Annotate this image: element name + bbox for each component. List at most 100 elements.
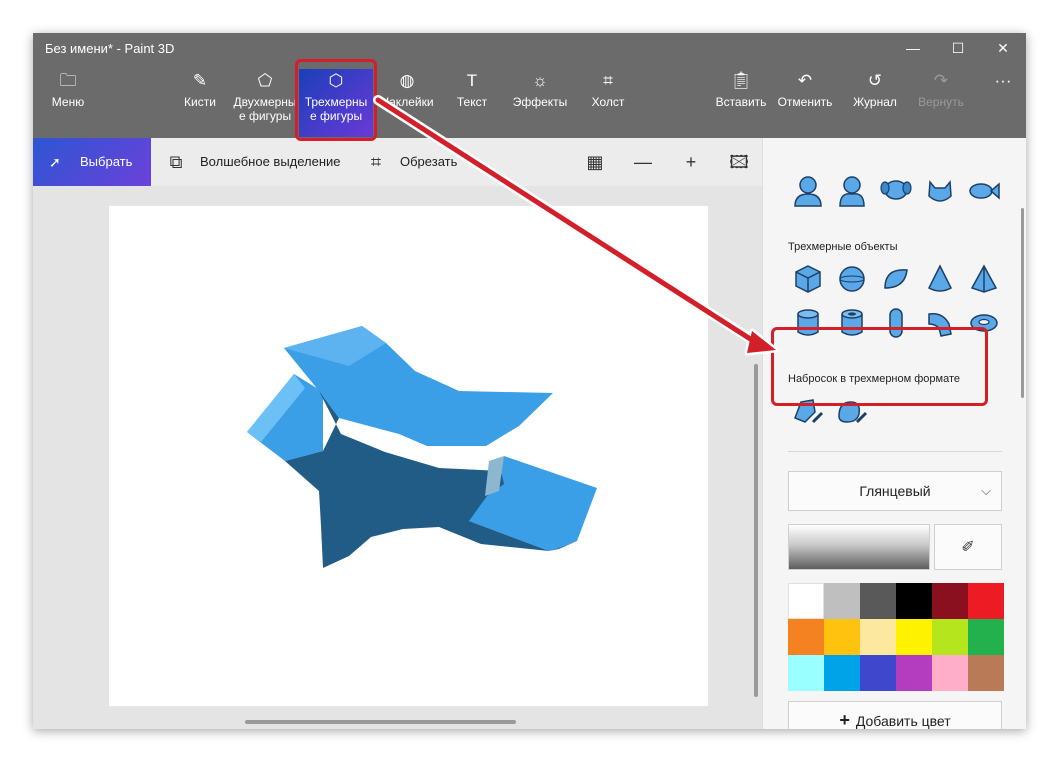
capsule-shape-icon[interactable] xyxy=(879,306,913,340)
effects-button[interactable]: ☼ Эффекты xyxy=(509,69,571,137)
sticker-icon: ◍ xyxy=(399,71,415,90)
shapes2d-label-line2: е фигуры xyxy=(238,109,292,123)
3d-doodle-label: Набросок в трехмерном формате xyxy=(788,373,961,385)
panel-scrollbar[interactable] xyxy=(1021,208,1024,398)
hemisphere-shape-icon[interactable] xyxy=(879,262,913,296)
sphere-shape-icon[interactable] xyxy=(835,262,869,296)
canvas-button[interactable]: ⌗ Холст xyxy=(583,69,633,137)
color-swatch[interactable] xyxy=(824,583,860,619)
text-label: Текст xyxy=(456,95,488,109)
brush-icon: ✎ xyxy=(192,71,208,90)
shapes2d-button[interactable]: ⬠ Двухмерны е фигуры xyxy=(233,69,297,137)
eyedropper-button[interactable]: ✐ xyxy=(934,524,1002,570)
zoom-out-icon[interactable]: — xyxy=(628,138,658,186)
canvas[interactable] xyxy=(109,206,708,706)
folder-icon: 🗀 xyxy=(59,71,77,90)
history-button[interactable]: ↺ Журнал xyxy=(847,69,903,137)
redo-button[interactable]: ↷ Вернуть xyxy=(913,69,969,137)
color-swatch[interactable] xyxy=(824,619,860,655)
undo-label: Отменить xyxy=(777,95,833,109)
more-button[interactable]: ··· xyxy=(988,69,1018,137)
brushes-label: Кисти xyxy=(184,95,216,109)
tube-shape-icon[interactable] xyxy=(835,306,869,340)
redo-label: Вернуть xyxy=(918,95,964,109)
color-swatch[interactable] xyxy=(788,583,824,619)
canvas-area xyxy=(33,186,762,729)
eyedropper-icon: ✐ xyxy=(961,539,975,556)
color-palette xyxy=(788,583,1004,691)
material-dropdown[interactable]: Глянцевый ⌵ xyxy=(788,471,1002,511)
cube-shape-icon[interactable] xyxy=(791,262,825,296)
vertical-scrollbar[interactable] xyxy=(754,364,758,697)
paste-label: Вставить xyxy=(715,95,767,109)
cat-model-icon[interactable] xyxy=(923,174,957,208)
color-swatch[interactable] xyxy=(860,583,896,619)
undo-icon: ↶ xyxy=(797,71,813,90)
sharp-doodle-icon[interactable] xyxy=(791,394,825,428)
paint3d-window: Без имени* - Paint 3D — ☐ ✕ 🗀 Меню ✎ Кис… xyxy=(33,33,1026,729)
soft-doodle-icon[interactable] xyxy=(835,394,869,428)
color-swatch[interactable] xyxy=(896,583,932,619)
cylinder-shape-icon[interactable] xyxy=(791,306,825,340)
zoom-in-icon[interactable]: + xyxy=(676,138,706,186)
color-swatch[interactable] xyxy=(968,619,1004,655)
crop-icon: ⌗ xyxy=(370,152,382,172)
shapes3d-button[interactable]: ⬡ Трехмерны е фигуры xyxy=(299,69,373,137)
window-title: Без имени* - Paint 3D xyxy=(45,41,175,56)
close-button[interactable]: ✕ xyxy=(983,37,1023,59)
text-button[interactable]: T Текст xyxy=(447,69,497,137)
more-icon: ··· xyxy=(994,71,1012,90)
maximize-button[interactable]: ☐ xyxy=(938,37,978,59)
color-swatch[interactable] xyxy=(860,619,896,655)
brushes-button[interactable]: ✎ Кисти xyxy=(175,69,225,137)
shapes2d-icon: ⬠ xyxy=(257,71,273,90)
3d-doodle-model[interactable] xyxy=(109,206,708,706)
crop-button[interactable]: Обрезать xyxy=(400,138,457,186)
pyramid-shape-icon[interactable] xyxy=(967,262,1001,296)
dog-model-icon[interactable] xyxy=(879,174,913,208)
color-swatch[interactable] xyxy=(968,655,1004,691)
torus-shape-icon[interactable] xyxy=(967,306,1001,340)
woman-model-icon[interactable] xyxy=(835,174,869,208)
select-toolbar: ➚ Выбрать ⧉ Волшебное выделение ⌗ Обреза… xyxy=(33,138,762,186)
color-swatch[interactable] xyxy=(824,655,860,691)
color-swatch[interactable] xyxy=(788,619,824,655)
fish-model-icon[interactable] xyxy=(967,174,1001,208)
plus-icon: + xyxy=(839,710,850,729)
select-label: Выбрать xyxy=(80,154,133,169)
color-swatch[interactable] xyxy=(932,619,968,655)
man-model-icon[interactable] xyxy=(791,174,825,208)
stickers-button[interactable]: ◍ Наклейки xyxy=(379,69,435,137)
shapes2d-label-line1: Двухмерны xyxy=(233,95,297,109)
horizontal-scrollbar[interactable] xyxy=(245,720,516,724)
3d-objects-label: Трехмерные объекты xyxy=(788,241,898,253)
clipboard-icon: 📋︎ xyxy=(730,71,752,90)
chevron-down-icon: ⌵ xyxy=(981,483,991,498)
history-label: Журнал xyxy=(853,95,897,109)
magic-select-icon: ⧉ xyxy=(169,152,183,172)
color-swatch[interactable] xyxy=(860,655,896,691)
color-swatch[interactable] xyxy=(896,619,932,655)
curved-tube-shape-icon[interactable] xyxy=(923,306,957,340)
color-swatch[interactable] xyxy=(968,583,1004,619)
magic-select-button[interactable]: Волшебное выделение xyxy=(200,138,341,186)
color-swatch[interactable] xyxy=(932,583,968,619)
text-icon: T xyxy=(466,71,478,90)
menu-button[interactable]: 🗀 Меню xyxy=(43,69,93,137)
color-swatch[interactable] xyxy=(932,655,968,691)
minimize-button[interactable]: — xyxy=(893,37,933,59)
menu-label: Меню xyxy=(51,95,85,109)
color-swatch[interactable] xyxy=(896,655,932,691)
redo-icon: ↷ xyxy=(933,71,949,90)
paste-button[interactable]: 📋︎ Вставить xyxy=(713,69,769,137)
color-swatch[interactable] xyxy=(788,655,824,691)
view-icon[interactable]: 🖾︎ xyxy=(724,138,754,186)
cube-icon: ⬡ xyxy=(328,71,344,90)
select-button[interactable]: ➚ Выбрать xyxy=(33,138,151,186)
current-color-preview[interactable] xyxy=(788,524,930,570)
add-color-button[interactable]: + Добавить цвет xyxy=(788,701,1002,729)
material-value: Глянцевый xyxy=(859,483,931,499)
cone-shape-icon[interactable] xyxy=(923,262,957,296)
undo-button[interactable]: ↶ Отменить xyxy=(777,69,833,137)
grid-icon[interactable]: ▦ xyxy=(580,138,610,186)
